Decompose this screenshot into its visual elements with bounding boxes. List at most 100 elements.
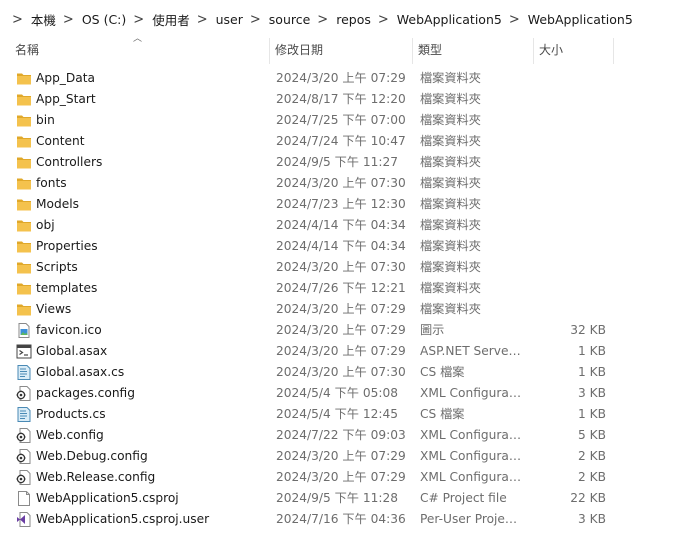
folder-icon-shape — [17, 265, 31, 274]
file-size: 1 KB — [578, 365, 606, 379]
folder-icon-shape — [17, 76, 31, 85]
folder-icon — [16, 197, 32, 212]
folder-row[interactable]: obj 2024/4/14 下午 04:34 檔案資料夾 — [0, 215, 690, 236]
file-list: App_Data 2024/3/20 上午 07:29 檔案資料夾 App_Start… — [0, 68, 690, 530]
breadcrumb-item-solution[interactable]: WebApplication5 — [396, 12, 503, 27]
address-bar[interactable]: > 本機 > OS (C:) > 使用者 > user > source > r… — [0, 0, 690, 38]
chevron-right-icon[interactable]: > — [378, 11, 389, 28]
breadcrumb-item-project[interactable]: WebApplication5 — [527, 12, 634, 27]
folder-icon-shape — [17, 73, 31, 85]
file-modified-date: 2024/5/4 下午 05:08 — [276, 386, 398, 400]
file-name: Web.Release.config — [36, 470, 156, 484]
folder-row[interactable]: Views 2024/3/20 上午 07:29 檔案資料夾 — [0, 299, 690, 320]
folder-row[interactable]: bin 2024/7/25 下午 07:00 檔案資料夾 — [0, 110, 690, 131]
chevron-right-icon[interactable]: > — [509, 11, 520, 28]
file-name: Products.cs — [36, 407, 106, 421]
folder-row[interactable]: fonts 2024/3/20 上午 07:30 檔案資料夾 — [0, 173, 690, 194]
file-size: 3 KB — [578, 512, 606, 526]
breadcrumb-item-users[interactable]: 使用者 — [151, 10, 191, 29]
cs-file-icon — [16, 365, 32, 380]
file-size: 2 KB — [578, 470, 606, 484]
folder-icon-shape — [17, 223, 31, 232]
file-size: 32 KB — [570, 323, 606, 337]
column-header-type[interactable]: 類型 — [413, 38, 534, 64]
column-header-name[interactable]: 名稱 — [10, 38, 270, 64]
folder-row[interactable]: Properties 2024/4/14 下午 04:34 檔案資料夾 — [0, 236, 690, 257]
folder-icon-shape — [17, 283, 31, 295]
chevron-right-icon[interactable]: > — [12, 11, 23, 28]
file-name: bin — [36, 113, 55, 127]
aspnet-server-file-icon — [16, 344, 32, 359]
chevron-right-icon[interactable]: > — [63, 11, 74, 28]
folder-icon-shape — [17, 262, 31, 274]
file-row[interactable]: Products.cs 2024/5/4 下午 12:45 CS 檔案 1 KB — [0, 404, 690, 425]
folder-row[interactable]: Controllers 2024/9/5 下午 11:27 檔案資料夾 — [0, 152, 690, 173]
breadcrumb: > 本機 > OS (C:) > 使用者 > user > source > r… — [6, 10, 634, 29]
file-type: XML Configurati... — [420, 428, 522, 442]
chevron-right-icon[interactable]: > — [317, 11, 328, 28]
file-row[interactable]: favicon.ico 2024/3/20 上午 07:29 圖示 32 KB — [0, 320, 690, 341]
chevron-right-icon[interactable]: > — [250, 11, 261, 28]
file-type: CS 檔案 — [420, 407, 465, 421]
folder-icon-shape — [17, 139, 31, 148]
breadcrumb-item-this-pc[interactable]: 本機 — [30, 10, 57, 29]
chevron-right-icon[interactable]: > — [133, 11, 144, 28]
folder-icon — [16, 281, 32, 296]
folder-row[interactable]: Models 2024/7/23 上午 12:30 檔案資料夾 — [0, 194, 690, 215]
file-row[interactable]: packages.config 2024/5/4 下午 05:08 XML Conf… — [0, 383, 690, 404]
file-name: Web.Debug.config — [36, 449, 148, 463]
folder-row[interactable]: Content 2024/7/24 下午 10:47 檔案資料夾 — [0, 131, 690, 152]
column-header-row: ︿ 名稱 修改日期 類型 大小 — [0, 34, 690, 64]
column-header-size[interactable]: 大小 — [534, 38, 614, 64]
column-header-date-label: 修改日期 — [275, 43, 324, 57]
config-file-icon-shape — [16, 428, 31, 443]
file-name: Global.asax — [36, 344, 108, 358]
file-row[interactable]: Global.asax 2024/3/20 上午 07:29 ASP.NET Ser… — [0, 341, 690, 362]
file-modified-date: 2024/7/25 下午 07:00 — [276, 113, 406, 127]
cs-file-icon-shape — [17, 407, 31, 422]
folder-icon-shape — [17, 178, 31, 190]
file-type: CS 檔案 — [420, 365, 465, 379]
config-file-icon-shape — [19, 477, 23, 481]
file-modified-date: 2024/3/20 上午 07:29 — [276, 470, 406, 484]
file-type: XML Configurati... — [420, 470, 522, 484]
breadcrumb-item-drive[interactable]: OS (C:) — [81, 12, 127, 27]
breadcrumb-item-repos[interactable]: repos — [335, 12, 372, 27]
file-type: 檔案資料夾 — [420, 281, 481, 295]
config-file-icon — [16, 428, 32, 443]
file-row[interactable]: Web.config 2024/7/22 下午 09:03 XML Configur… — [0, 425, 690, 446]
chevron-right-icon[interactable]: > — [197, 11, 208, 28]
file-modified-date: 2024/5/4 下午 12:45 — [276, 407, 398, 421]
folder-row[interactable]: App_Data 2024/3/20 上午 07:29 檔案資料夾 — [0, 68, 690, 89]
folder-icon-shape — [17, 160, 31, 169]
folder-icon-shape — [17, 181, 31, 190]
folder-icon — [16, 239, 32, 254]
column-header-name-label: 名稱 — [15, 43, 40, 57]
file-name: Models — [36, 197, 79, 211]
breadcrumb-item-source[interactable]: source — [268, 12, 312, 27]
file-modified-date: 2024/8/17 下午 12:20 — [276, 92, 406, 106]
folder-icon — [16, 176, 32, 191]
file-type: 檔案資料夾 — [420, 113, 481, 127]
file-row[interactable]: Web.Release.config 2024/3/20 上午 07:29 XML … — [0, 467, 690, 488]
file-row[interactable]: WebApplication5.csproj.user 2024/7/16 下午 … — [0, 509, 690, 530]
file-row[interactable]: Global.asax.cs 2024/3/20 上午 07:30 CS 檔案 1 K… — [0, 362, 690, 383]
file-name: templates — [36, 281, 98, 295]
folder-icon-shape — [17, 220, 31, 232]
csproj-file-icon-shape — [18, 491, 30, 506]
folder-row[interactable]: App_Start 2024/8/17 下午 12:20 檔案資料夾 — [0, 89, 690, 110]
folder-row[interactable]: Scripts 2024/3/20 上午 07:30 檔案資料夾 — [0, 257, 690, 278]
file-name: favicon.ico — [36, 323, 102, 337]
file-row[interactable]: WebApplication5.csproj 2024/9/5 下午 11:28 C… — [0, 488, 690, 509]
column-header-date[interactable]: 修改日期 — [270, 38, 413, 64]
file-row[interactable]: Web.Debug.config 2024/3/20 上午 07:29 XML Co… — [0, 446, 690, 467]
file-name: fonts — [36, 176, 67, 190]
file-type: 檔案資料夾 — [420, 302, 481, 316]
folder-row[interactable]: templates 2024/7/26 下午 12:21 檔案資料夾 — [0, 278, 690, 299]
file-size: 1 KB — [578, 407, 606, 421]
folder-icon — [16, 134, 32, 149]
file-type: ASP.NET Server ... — [420, 344, 522, 358]
breadcrumb-item-user[interactable]: user — [215, 12, 244, 27]
cs-file-icon-shape — [17, 365, 31, 380]
file-modified-date: 2024/3/20 上午 07:29 — [276, 323, 406, 337]
